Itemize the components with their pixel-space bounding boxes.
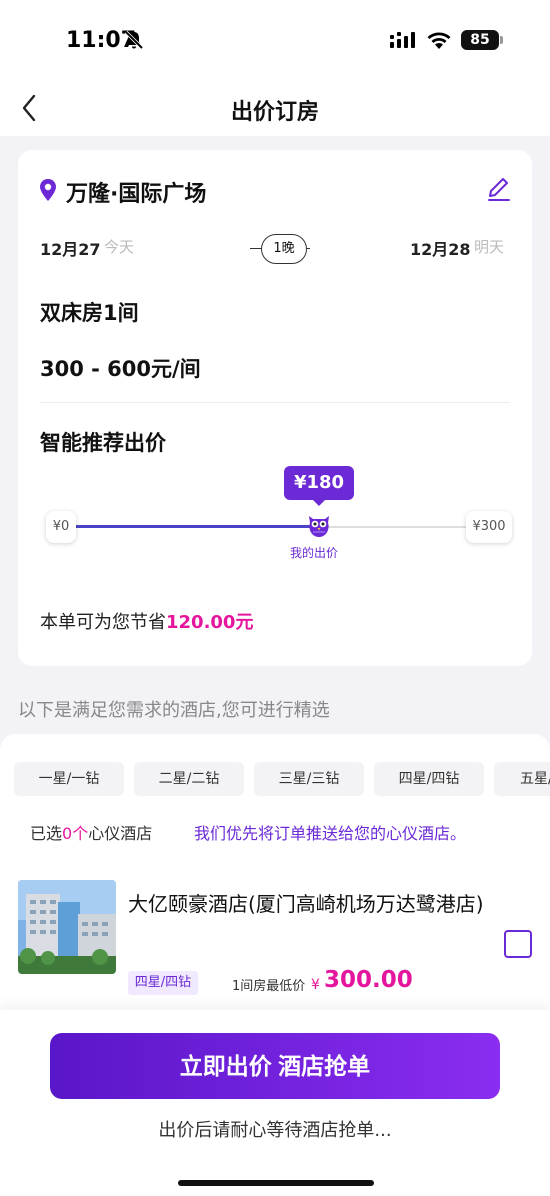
filter-chip-2star[interactable]: 二星/二钻 [134,762,244,796]
edit-pencil-icon[interactable] [486,176,512,202]
filter-chip-5star[interactable]: 五星/五钻 [494,762,550,796]
bottom-action-bar: 立即出价 酒店抢单 出价后请耐心等待酒店抢单... [0,1010,550,1196]
checkin-day-label: 今天 [104,238,135,256]
savings-text: 本单可为您节省120.00元 [40,608,253,634]
wait-note: 出价后请耐心等待酒店抢单... [158,1120,392,1141]
nights-badge: 1晚 [261,234,307,264]
bell-off-icon [124,30,144,50]
bid-price-bubble: ¥180 [284,466,354,500]
filter-chip-3star[interactable]: 三星/三钻 [254,762,364,796]
location-name: 万隆·国际广场 [66,182,207,207]
checkout-day-label: 明天 [474,238,505,256]
selected-count: 0个 [62,824,89,843]
wifi-icon [427,32,451,49]
slider-max-label: ¥300 [466,511,512,543]
owl-slider-handle-icon[interactable] [304,510,334,540]
recommend-title: 智能推荐出价 [40,431,166,455]
checkout-date[interactable]: 12月28 [410,236,471,260]
bid-slider-fill [74,525,316,528]
selected-suffix: 心仪酒店 [88,824,153,843]
bubble-tail [312,499,326,506]
savings-amount: 120.00元 [166,612,254,633]
filter-chip-4star[interactable]: 四星/四钻 [374,762,484,796]
divider [40,402,510,403]
page-title: 出价订房 [230,100,319,125]
nav-bar: 出价订房 [0,80,550,136]
savings-prefix: 本单可为您节省 [40,612,166,633]
signal-icon [390,32,415,48]
push-note: 我们优先将订单推送给您的心仪酒店。 [194,824,467,843]
location-pin-icon [40,179,56,201]
hotel-price: 300.00 [324,967,413,993]
hotel-name[interactable]: 大亿颐豪酒店(厦门高崎机场万达鹭港店) [128,888,488,920]
price-currency: ¥ [311,977,320,993]
hotel-star-badge: 四星/四钻 [128,971,198,995]
slider-min-label: ¥0 [46,511,76,543]
home-indicator [178,1180,374,1186]
room-type: 双床房1间 [40,301,139,325]
price-range: 300 - 600元/间 [40,357,201,381]
checkin-date[interactable]: 12月27 [40,236,101,260]
hotel-photo[interactable] [18,880,116,974]
order-card: 万隆·国际广场 12月27 今天 1晚 12月28 明天 双床房1间 300 -… [18,150,532,666]
hotel-list-hint: 以下是满足您需求的酒店,您可进行精选 [18,700,330,721]
status-bar: 11:07 85 [0,0,550,80]
selected-count-text: 已选0个心仪酒店 [30,820,152,844]
submit-bid-button[interactable]: 立即出价 酒店抢单 [50,1033,500,1099]
lowest-price-label: 1间房最低价 [232,979,306,994]
selected-prefix: 已选 [30,824,63,843]
battery-icon: 85 [461,30,499,50]
hotel-select-checkbox[interactable] [504,930,532,958]
filter-chip-1star[interactable]: 一星/一钻 [14,762,124,796]
my-bid-label: 我的出价 [290,546,339,560]
battery-tip [500,36,503,44]
